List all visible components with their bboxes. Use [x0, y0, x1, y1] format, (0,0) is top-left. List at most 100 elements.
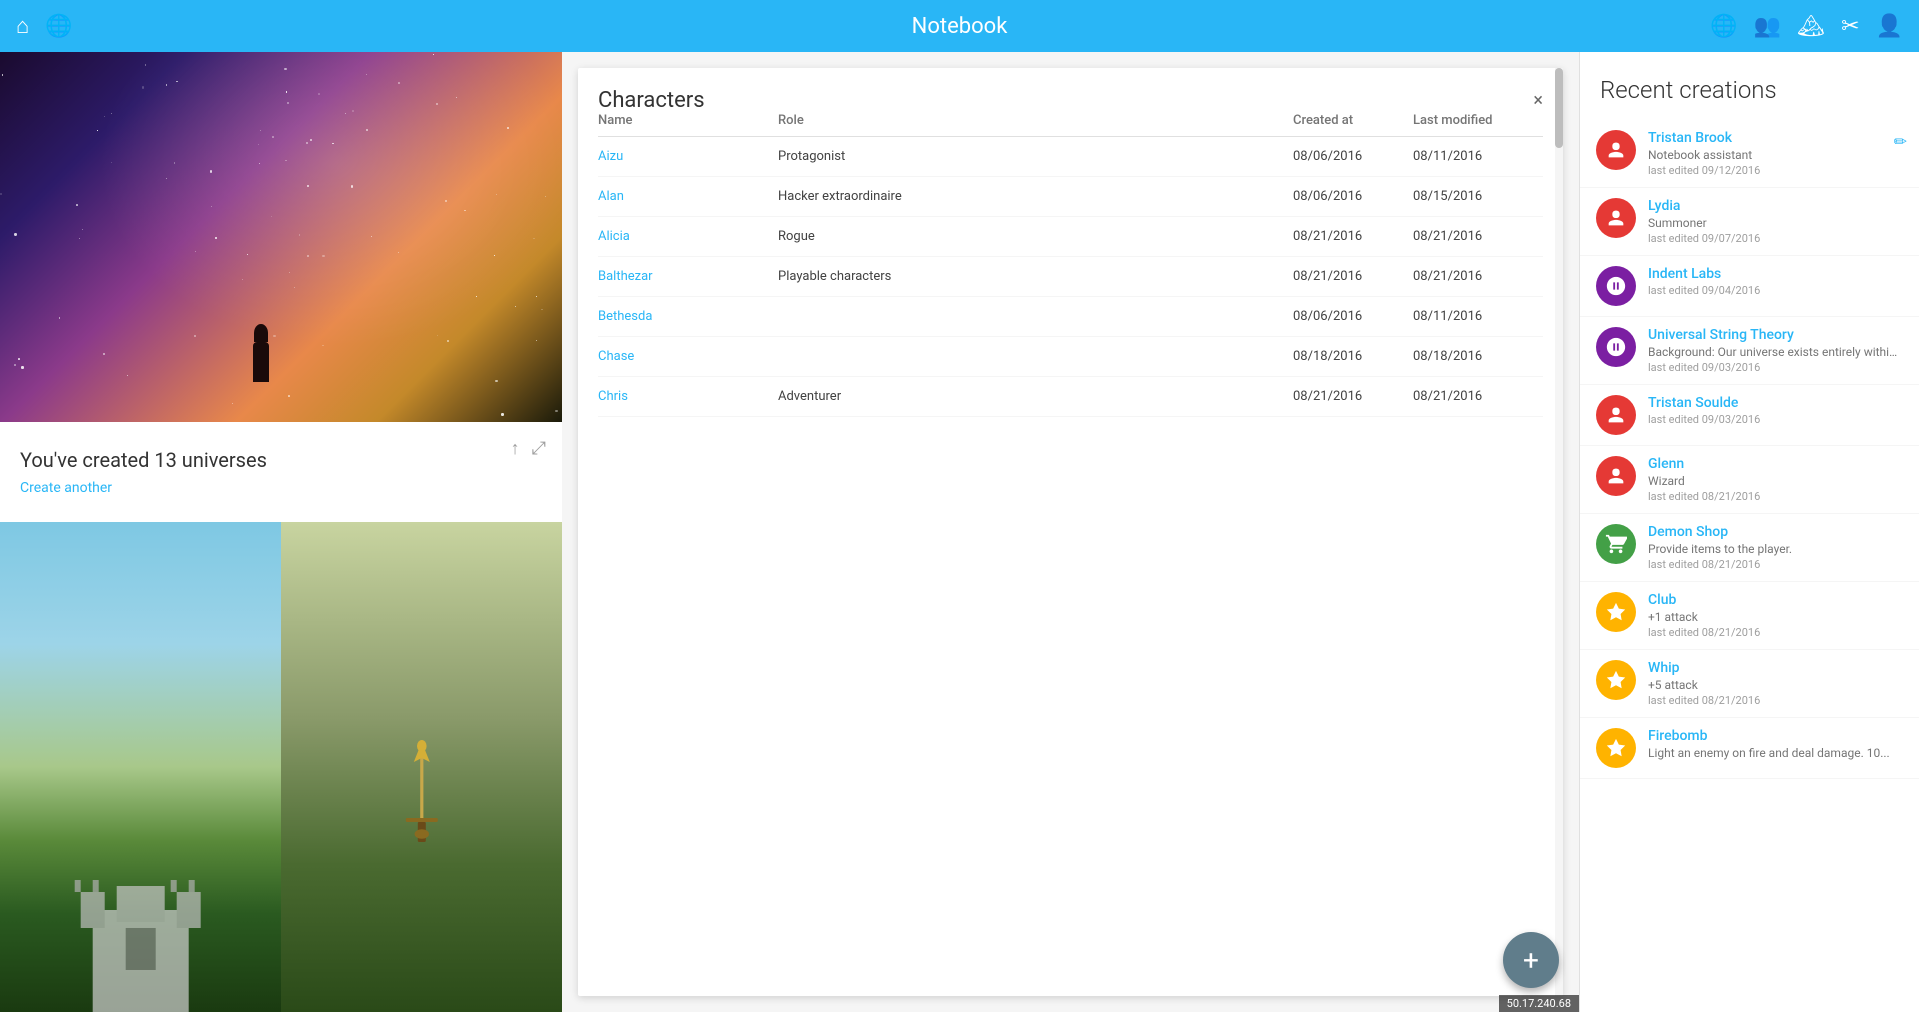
avatar-universal-string-theory [1596, 327, 1636, 367]
char-created-chris: 08/21/2016 [1293, 389, 1413, 404]
creation-item-indent-labs[interactable]: Indent Labs last edited 09/04/2016 [1580, 256, 1919, 317]
char-role-alicia: Rogue [778, 229, 1293, 244]
table-row: Aizu Protagonist 08/06/2016 08/11/2016 [598, 137, 1543, 177]
char-name-chase[interactable]: Chase [598, 349, 778, 364]
creation-item-firebomb[interactable]: Firebomb Light an enemy on fire and deal… [1580, 718, 1919, 779]
creation-desc-club: +1 attack [1648, 610, 1903, 624]
creation-name-indent-labs[interactable]: Indent Labs [1648, 266, 1903, 282]
table-row: Alan Hacker extraordinaire 08/06/2016 08… [598, 177, 1543, 217]
home-icon[interactable]: ⌂ [16, 13, 29, 39]
creation-name-tristan-soulde[interactable]: Tristan Soulde [1648, 395, 1903, 411]
creation-date-whip: last edited 08/21/2016 [1648, 694, 1903, 707]
ip-badge: 50.17.240.68 [1499, 995, 1579, 1012]
char-modified-alan: 08/15/2016 [1413, 189, 1543, 204]
creation-item-demon-shop[interactable]: Demon Shop Provide items to the player. … [1580, 514, 1919, 582]
mountain-icon[interactable]: 🏔 [1797, 14, 1825, 39]
globe2-icon[interactable]: 🌐 [1710, 14, 1737, 39]
castle-card[interactable] [0, 522, 281, 1012]
tool-icon[interactable]: ✂ [1841, 14, 1859, 39]
char-created-alan: 08/06/2016 [1293, 189, 1413, 204]
char-name-balthezar[interactable]: Balthezar [598, 269, 778, 284]
char-name-bethesda[interactable]: Bethesda [598, 309, 778, 324]
create-another-link[interactable]: Create another [20, 480, 542, 496]
modal-scrollbar[interactable] [1555, 68, 1563, 996]
creation-desc-demon-shop: Provide items to the player. [1648, 542, 1903, 556]
table-row: Chase 08/18/2016 08/18/2016 [598, 337, 1543, 377]
edit-icon-tristan-brook[interactable]: ✏ [1894, 132, 1907, 151]
bottom-row [0, 522, 562, 1012]
right-panel: Recent creations Tristan Brook Notebook … [1579, 52, 1919, 1012]
creation-name-universal-string-theory[interactable]: Universal String Theory [1648, 327, 1903, 343]
fab-button[interactable]: + [1503, 932, 1559, 988]
creation-info-tristan-soulde: Tristan Soulde last edited 09/03/2016 [1648, 395, 1903, 426]
avatar-demon-shop [1596, 524, 1636, 564]
char-created-chase: 08/18/2016 [1293, 349, 1413, 364]
modal-close-button[interactable]: × [1533, 92, 1543, 110]
creation-item-glenn[interactable]: Glenn Wizard last edited 08/21/2016 [1580, 446, 1919, 514]
table-row: Balthezar Playable characters 08/21/2016… [598, 257, 1543, 297]
creation-date-lydia: last edited 09/07/2016 [1648, 232, 1903, 245]
modal-content: Name Role Created at Last modified Aizu … [578, 113, 1563, 971]
creation-date-glenn: last edited 08/21/2016 [1648, 490, 1903, 503]
creation-item-lydia[interactable]: Lydia Summoner last edited 09/07/2016 [1580, 188, 1919, 256]
people-icon[interactable]: 👥 [1754, 14, 1781, 39]
char-modified-bethesda: 08/11/2016 [1413, 309, 1543, 324]
sword-card[interactable] [281, 522, 562, 1012]
creation-info-glenn: Glenn Wizard last edited 08/21/2016 [1648, 456, 1903, 503]
char-name-alicia[interactable]: Alicia [598, 229, 778, 244]
silhouette [253, 342, 269, 382]
globe-icon[interactable]: 🌐 [45, 14, 72, 39]
expand-icon[interactable]: ⤢ [532, 438, 546, 459]
creation-item-universal-string-theory[interactable]: Universal String Theory Background: Our … [1580, 317, 1919, 385]
upload-icon[interactable]: ↑ [511, 438, 520, 459]
creation-name-club[interactable]: Club [1648, 592, 1903, 608]
creation-name-lydia[interactable]: Lydia [1648, 198, 1903, 214]
app-header: ⌂ 🌐 Notebook 🌐 👥 🏔 ✂ 👤 [0, 0, 1919, 52]
creation-date-indent-labs: last edited 09/04/2016 [1648, 284, 1903, 297]
creation-item-tristan-soulde[interactable]: Tristan Soulde last edited 09/03/2016 [1580, 385, 1919, 446]
creation-info-tristan-brook: Tristan Brook Notebook assistant last ed… [1648, 130, 1903, 177]
creation-name-glenn[interactable]: Glenn [1648, 456, 1903, 472]
col-name: Name [598, 113, 778, 128]
creation-item-whip[interactable]: Whip +5 attack last edited 08/21/2016 [1580, 650, 1919, 718]
char-name-chris[interactable]: Chris [598, 389, 778, 404]
avatar-club [1596, 592, 1636, 632]
col-created: Created at [1293, 113, 1413, 128]
char-created-bethesda: 08/06/2016 [1293, 309, 1413, 324]
creation-desc-firebomb: Light an enemy on fire and deal damage. … [1648, 746, 1903, 760]
creation-date-tristan-soulde: last edited 09/03/2016 [1648, 413, 1903, 426]
creation-date-tristan-brook: last edited 09/12/2016 [1648, 164, 1903, 177]
char-modified-chase: 08/18/2016 [1413, 349, 1543, 364]
avatar-glenn [1596, 456, 1636, 496]
creation-name-whip[interactable]: Whip [1648, 660, 1903, 676]
char-name-aizu[interactable]: Aizu [598, 149, 778, 164]
col-modified: Last modified [1413, 113, 1543, 128]
modal-title: Characters [598, 88, 705, 113]
avatar-indent-labs [1596, 266, 1636, 306]
creation-date-club: last edited 08/21/2016 [1648, 626, 1903, 639]
creation-info-club: Club +1 attack last edited 08/21/2016 [1648, 592, 1903, 639]
creation-name-tristan-brook[interactable]: Tristan Brook [1648, 130, 1903, 146]
creation-info-universal-string-theory: Universal String Theory Background: Our … [1648, 327, 1903, 374]
sword-svg [365, 600, 477, 992]
universe-actions: ↑ ⤢ [511, 438, 546, 459]
table-header: Name Role Created at Last modified [598, 113, 1543, 137]
creation-info-lydia: Lydia Summoner last edited 09/07/2016 [1648, 198, 1903, 245]
creation-item-club[interactable]: Club +1 attack last edited 08/21/2016 [1580, 582, 1919, 650]
avatar-tristan-soulde [1596, 395, 1636, 435]
characters-modal: Characters × Name Role Created at Last m… [578, 68, 1563, 996]
char-name-alan[interactable]: Alan [598, 189, 778, 204]
castle-image [0, 522, 281, 1012]
universe-title: You've created 13 universes [20, 448, 542, 472]
char-modified-chris: 08/21/2016 [1413, 389, 1543, 404]
universe-info: You've created 13 universes Create anoth… [0, 422, 562, 522]
creation-info-whip: Whip +5 attack last edited 08/21/2016 [1648, 660, 1903, 707]
creation-item-tristan-brook[interactable]: Tristan Brook Notebook assistant last ed… [1580, 120, 1919, 188]
creation-name-demon-shop[interactable]: Demon Shop [1648, 524, 1903, 540]
recent-header: Recent creations [1580, 52, 1919, 120]
char-modified-aizu: 08/11/2016 [1413, 149, 1543, 164]
creation-name-firebomb[interactable]: Firebomb [1648, 728, 1903, 744]
char-created-alicia: 08/21/2016 [1293, 229, 1413, 244]
person-icon[interactable]: 👤 [1876, 14, 1903, 39]
creation-date-universal-string-theory: last edited 09/03/2016 [1648, 361, 1903, 374]
